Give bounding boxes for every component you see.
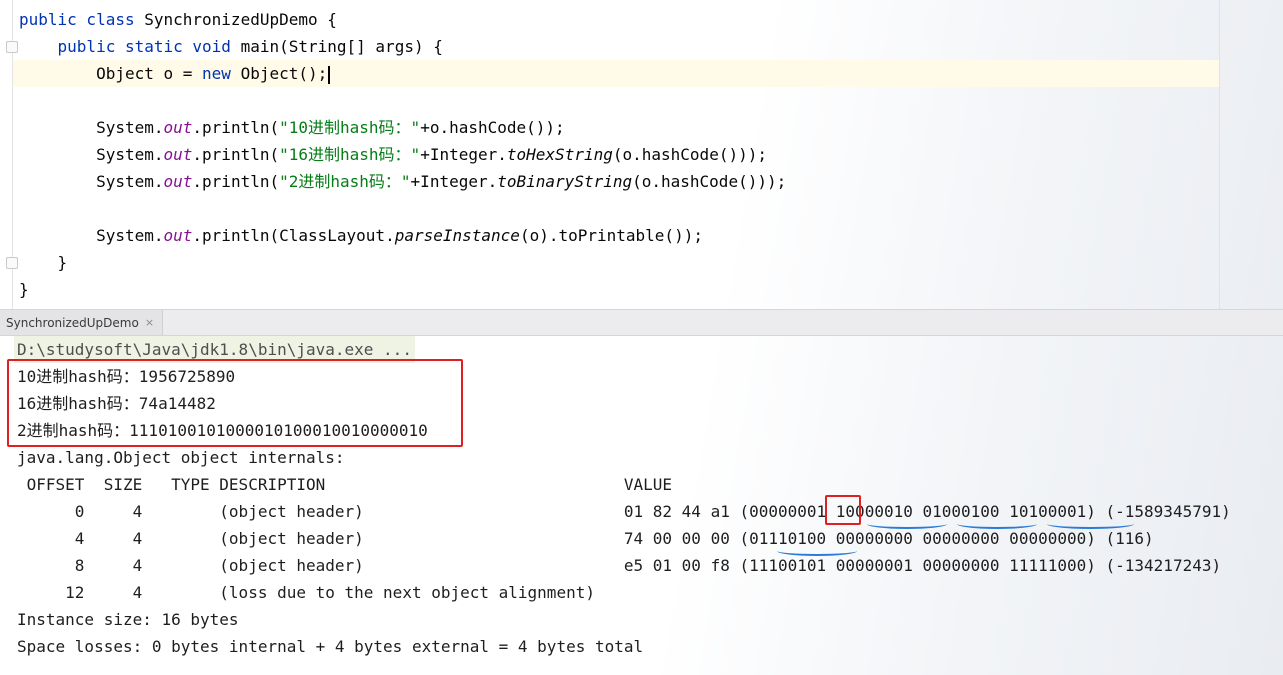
code-line: System.out.println("16进制hash码："+Integer.…: [19, 141, 767, 168]
code-token: out: [163, 145, 193, 164]
code-token: System.: [19, 226, 164, 245]
fold-toggle-icon[interactable]: [6, 257, 18, 269]
console-line: OFFSET SIZE TYPE DESCRIPTION VALUE: [17, 475, 673, 494]
code-line: System.out.println(ClassLayout.parseInst…: [19, 222, 703, 249]
console-line: 8 4 (object header) e5 01 00 f8 (1110010…: [17, 556, 1222, 575]
code-line: public class SynchronizedUpDemo {: [19, 6, 337, 33]
code-token: "2进制hash码：": [279, 172, 411, 191]
code-token: +Integer.: [410, 172, 498, 191]
code-token: }: [19, 253, 68, 272]
code-token: .println(: [192, 118, 280, 137]
annotation-underline: [777, 546, 857, 556]
tab-label: SynchronizedUpDemo: [6, 315, 139, 330]
code-line: public static void main(String[] args) {: [19, 33, 443, 60]
code-line: Object o = new Object();: [19, 60, 331, 87]
code-token: "16进制hash码：": [279, 145, 421, 164]
annotation-box-hash: [7, 359, 463, 447]
right-margin-guide: [1219, 0, 1220, 309]
console-tab-bar: SynchronizedUpDemo ×: [0, 309, 1283, 336]
code-line: System.out.println("10进制hash码："+o.hashCo…: [19, 114, 565, 141]
annotation-box-lock-bits: [825, 495, 861, 525]
code-token: .println(: [192, 145, 280, 164]
code-token: (o.hashCode()));: [632, 172, 787, 191]
code-token: new: [202, 64, 241, 83]
code-token: toBinaryString: [497, 172, 633, 191]
code-token: parseInstance: [394, 226, 520, 245]
code-token: System.: [19, 118, 164, 137]
code-editor[interactable]: public class SynchronizedUpDemo { public…: [0, 0, 1283, 309]
tab-run-console[interactable]: SynchronizedUpDemo ×: [0, 310, 164, 335]
code-token: public static void: [19, 37, 241, 56]
code-token: out: [163, 226, 193, 245]
code-token: System.: [19, 172, 164, 191]
code-token: +o.hashCode());: [420, 118, 565, 137]
code-token: (o).toPrintable());: [519, 226, 703, 245]
code-token: out: [163, 172, 193, 191]
code-line: System.out.println("2进制hash码："+Integer.t…: [19, 168, 786, 195]
annotation-underline: [1047, 519, 1134, 529]
code-token: main(String[] args) {: [240, 37, 443, 56]
console-line: Instance size: 16 bytes: [17, 610, 239, 629]
console-line: 4 4 (object header) 74 00 00 00 (0111010…: [17, 529, 1154, 548]
code-token: +Integer.: [420, 145, 507, 164]
text-caret: [328, 65, 331, 84]
code-token: out: [163, 118, 193, 137]
console-output[interactable]: D:\studysoft\Java\jdk1.8\bin\java.exe ..…: [0, 335, 1283, 675]
code-token: SynchronizedUpDemo {: [144, 10, 337, 29]
console-line: java.lang.Object object internals:: [17, 448, 345, 467]
code-token: Object o =: [19, 64, 203, 83]
console-line: 12 4 (loss due to the next object alignm…: [17, 583, 595, 602]
annotation-underline: [957, 519, 1037, 529]
code-token: toHexString: [506, 145, 613, 164]
code-line: }: [19, 276, 29, 303]
annotation-underline: [867, 519, 947, 529]
code-token: System.: [19, 145, 164, 164]
close-icon[interactable]: ×: [145, 316, 154, 329]
code-line: }: [19, 249, 68, 276]
code-token: Object();: [240, 64, 328, 83]
code-token: }: [19, 280, 29, 299]
code-token: (o.hashCode()));: [612, 145, 767, 164]
code-token: .println(: [192, 172, 280, 191]
code-token: .println(ClassLayout.: [192, 226, 395, 245]
code-token: public class: [19, 10, 145, 29]
console-line: Space losses: 0 bytes internal + 4 bytes…: [17, 637, 644, 656]
fold-toggle-icon[interactable]: [6, 41, 18, 53]
code-token: "10进制hash码：": [279, 118, 421, 137]
